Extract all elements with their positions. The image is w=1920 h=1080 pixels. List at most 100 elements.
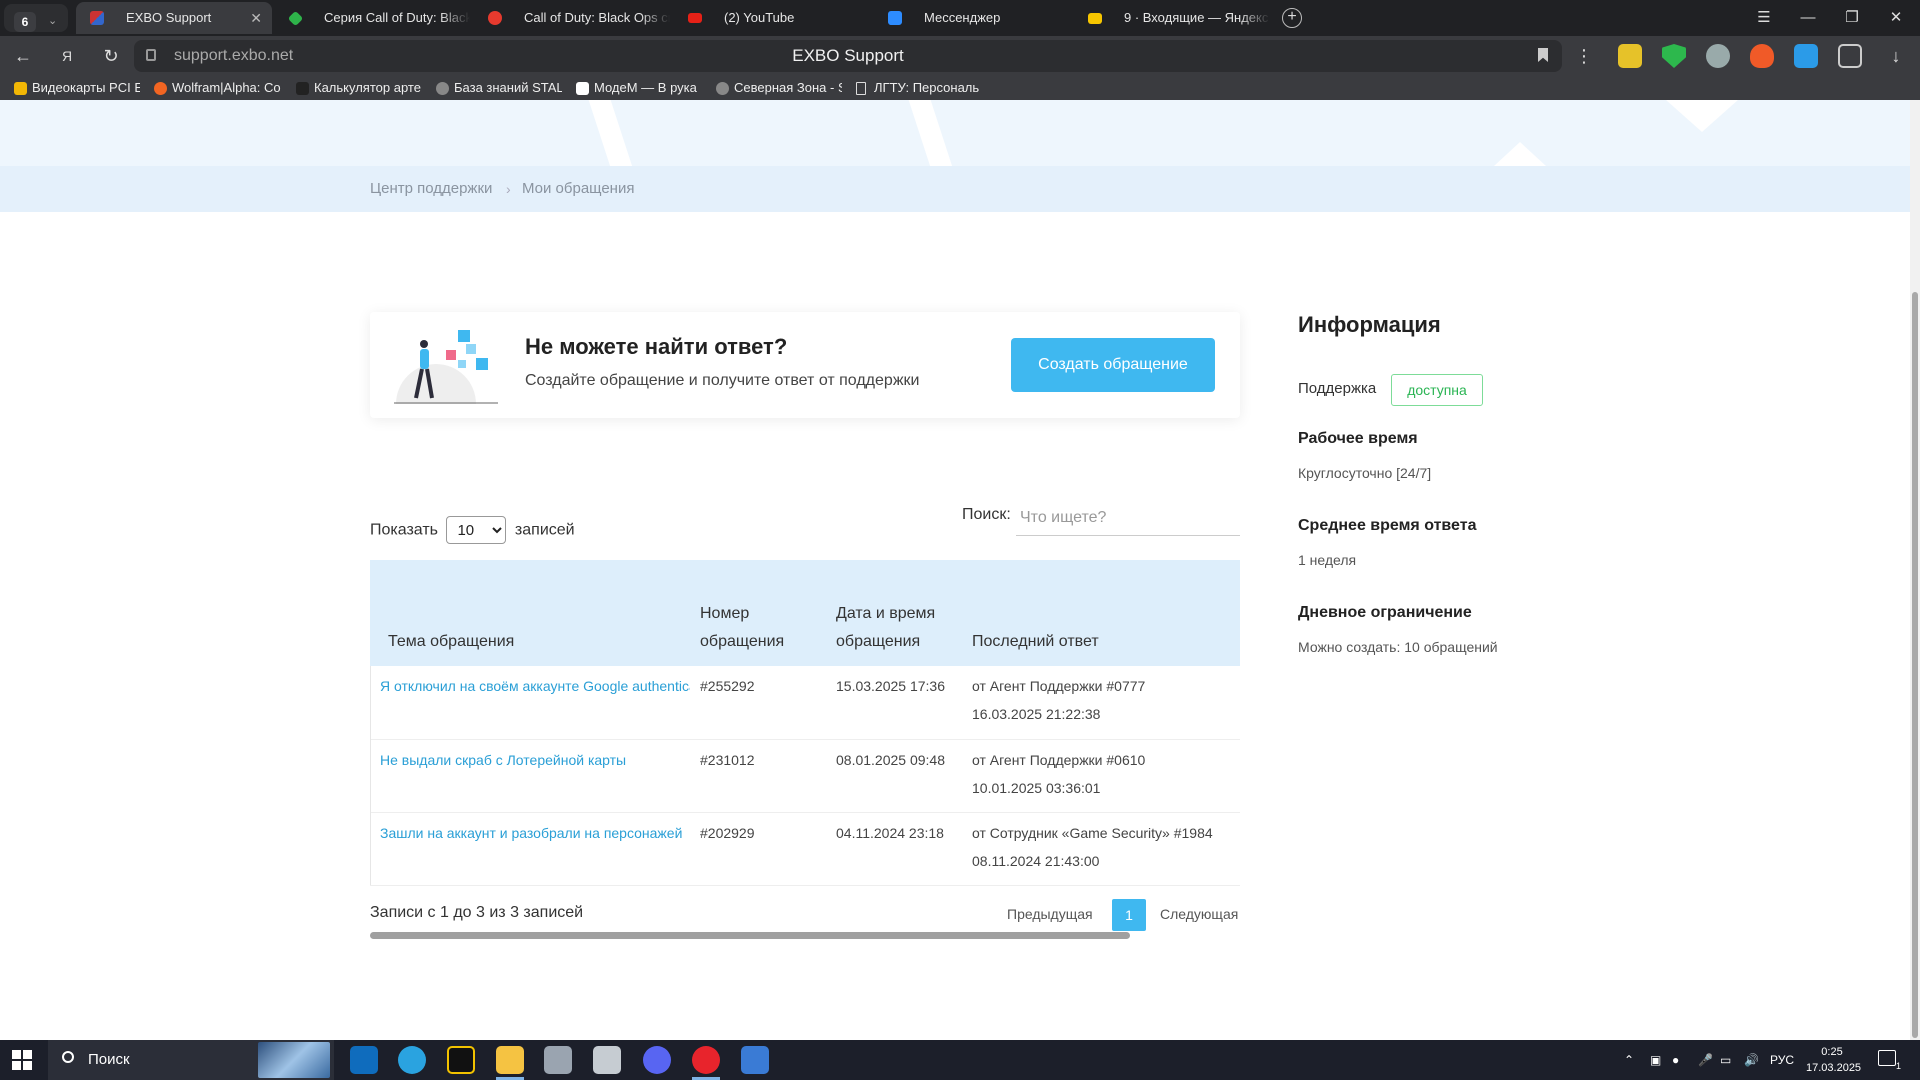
taskbar-search-box[interactable]: Поиск [48, 1040, 334, 1080]
search-input[interactable] [1016, 500, 1240, 536]
file-explorer-icon[interactable] [496, 1046, 524, 1074]
ticket-last-reply: от Сотрудник «Game Security» #1984 08.11.… [962, 812, 1240, 886]
minimize-button[interactable]: — [1786, 0, 1830, 36]
bookmark-modem[interactable]: МодеМ — В рука [576, 76, 702, 100]
chevron-up-icon[interactable]: ⌃ [1624, 1040, 1634, 1080]
page-size-control: Показать 10 записей [370, 516, 575, 545]
calculator-icon[interactable] [593, 1046, 621, 1074]
pagination-page-button[interactable]: 1 [1112, 899, 1146, 931]
ticket-last-reply: от Агент Поддержки #0777 16.03.2025 21:22… [962, 666, 1240, 740]
network-app-icon[interactable] [544, 1046, 572, 1074]
daily-limit-title: Дневное ограничение [1298, 604, 1472, 621]
discord-icon[interactable] [643, 1046, 671, 1074]
owl-extension-icon[interactable] [1706, 44, 1730, 68]
close-icon[interactable]: ✕ [250, 2, 262, 34]
ticket-date: 04.11.2024 23:18 [826, 812, 962, 886]
browser-tab-bar: 6 ⌄ EXBO Support ✕ Серия Call of Duty: B… [0, 0, 1920, 36]
microphone-icon[interactable]: 🎤 [1698, 1040, 1713, 1080]
url-field[interactable]: support.exbo.net EXBO Support [134, 40, 1562, 72]
globe-icon [716, 82, 729, 95]
coupon-extension-icon[interactable] [1618, 44, 1642, 68]
menu-icon[interactable]: ☰ [1742, 0, 1786, 36]
tab-cod-black-ops[interactable]: Call of Duty: Black Ops ска [474, 2, 670, 34]
volume-icon[interactable]: 🔊 [1744, 1040, 1759, 1080]
column-header-topic[interactable]: Тема обращения [370, 560, 690, 666]
avg-response-value: 1 неделя [1298, 552, 1357, 568]
table-row[interactable]: Зашли на аккаунт и разобрали на персонаж… [370, 812, 1240, 886]
create-ticket-button[interactable]: Создать обращение [1011, 338, 1215, 392]
ticket-topic-link[interactable]: Не выдали скраб с Лотерейной карты [370, 739, 690, 813]
yandex-browser-icon[interactable] [692, 1046, 720, 1074]
table-row[interactable]: Я отключил на своём аккаунте Google auth… [370, 666, 1240, 740]
fire-extension-icon[interactable] [1750, 44, 1774, 68]
ticket-date: 15.03.2025 17:36 [826, 666, 962, 740]
restore-button[interactable]: ❐ [1830, 0, 1874, 36]
back-arrow-icon[interactable]: ← [11, 44, 35, 68]
bookmark-lgtu[interactable]: ЛГТУ: Персональ [856, 76, 982, 100]
cta-title: Не можете найти ответ? [525, 334, 788, 359]
bookmark-north-zone[interactable]: Северная Зона - S [716, 76, 842, 100]
column-header-last-reply[interactable]: Последний ответ [962, 560, 1240, 666]
adblock-shield-icon[interactable] [1662, 44, 1686, 68]
bookmark-gpu[interactable]: Видеокарты PCI E [14, 76, 140, 100]
close-window-button[interactable]: ✕ [1874, 0, 1918, 36]
taskbar-search-text: Поиск [88, 1051, 130, 1068]
tab-exbo-support[interactable]: EXBO Support ✕ [76, 2, 272, 34]
tab-cod-series[interactable]: Серия Call of Duty: Black O [274, 2, 470, 34]
folder-icon [14, 82, 27, 95]
column-header-number[interactable]: Номер обращения [690, 560, 826, 666]
horizontal-scrollbar[interactable] [370, 932, 1130, 939]
sc-icon [296, 82, 309, 95]
clock[interactable]: 0:25 17.03.2025 [1806, 1044, 1861, 1076]
notifications-icon[interactable]: 1 [1878, 1050, 1901, 1071]
ticket-topic-link[interactable]: Зашли на аккаунт и разобрали на персонаж… [370, 812, 690, 886]
collections-icon[interactable] [1838, 44, 1862, 68]
ticket-topic-link[interactable]: Я отключил на своём аккаунте Google auth… [370, 666, 690, 740]
hours-value: Круглосуточно [24/7] [1298, 465, 1432, 481]
more-vertical-icon[interactable]: ⋮ [1572, 44, 1596, 68]
ticket-date: 08.01.2025 09:48 [826, 739, 962, 813]
bookmark-knowledge-base[interactable]: База знаний STAL [436, 76, 562, 100]
sidebar-title: Информация [1298, 312, 1441, 337]
reply-date: 16.03.2025 21:22:38 [972, 706, 1101, 722]
ticket-last-reply: от Агент Поддержки #0610 10.01.2025 03:36… [962, 739, 1240, 813]
outlook-icon[interactable] [350, 1046, 378, 1074]
game-launcher-icon[interactable] [741, 1046, 769, 1074]
yandex-logo-icon[interactable]: Я [55, 44, 79, 68]
reply-author: от Сотрудник «Game Security» #1984 [972, 824, 1213, 841]
language-indicator[interactable]: РУС [1770, 1040, 1794, 1080]
bookmarks-bar: Видеокарты PCI E Wolfram|Alpha: Co Кальк… [0, 76, 1920, 100]
cta-subtitle: Создайте обращение и получите ответ от п… [525, 372, 920, 389]
network-icon[interactable]: ▭ [1720, 1040, 1731, 1080]
tab-yandex-mail[interactable]: 9 · Входящие — Яндекс П [1074, 2, 1270, 34]
ticket-number: #231012 [690, 739, 826, 813]
pagination-next-button[interactable]: Следующая [1160, 906, 1238, 922]
page-size-select[interactable]: 10 [446, 516, 507, 544]
pagination-prev-button[interactable]: Предыдущая [1007, 906, 1093, 922]
refresh-icon[interactable]: ↻ [99, 44, 123, 68]
breadcrumb-home-link[interactable]: Центр поддержки [370, 166, 492, 212]
search-icon [62, 1051, 74, 1063]
messenger-icon [888, 11, 902, 25]
tray-app-icon[interactable]: ● [1672, 1040, 1679, 1080]
page-icon [856, 82, 866, 95]
bookmark-calculator[interactable]: Калькулятор арте [296, 76, 422, 100]
translate-extension-icon[interactable] [1794, 44, 1818, 68]
tray-app-icon[interactable]: ▣ [1650, 1040, 1661, 1080]
bookmark-wolfram[interactable]: Wolfram|Alpha: Co [154, 76, 282, 100]
vertical-scrollbar-thumb[interactable] [1912, 292, 1918, 1038]
windows-start-icon[interactable] [12, 1050, 32, 1070]
table-info: Записи с 1 до 3 из 3 записей [370, 904, 584, 921]
star-app-icon[interactable] [447, 1046, 475, 1074]
search-label: Поиск: [962, 506, 1011, 523]
tab-youtube[interactable]: (2) YouTube [674, 2, 870, 34]
tab-switcher[interactable]: 6 ⌄ [4, 4, 68, 32]
mail-icon [1088, 13, 1102, 24]
column-header-date[interactable]: Дата и время обращения [826, 560, 962, 666]
new-tab-button[interactable]: + [1282, 8, 1302, 28]
telegram-icon[interactable] [398, 1046, 426, 1074]
table-row[interactable]: Не выдали скраб с Лотерейной карты #2310… [370, 739, 1240, 813]
tab-label: EXBO Support [126, 10, 212, 25]
download-icon[interactable]: ↓ [1884, 44, 1908, 68]
tab-messenger[interactable]: Мессенджер [874, 2, 1070, 34]
